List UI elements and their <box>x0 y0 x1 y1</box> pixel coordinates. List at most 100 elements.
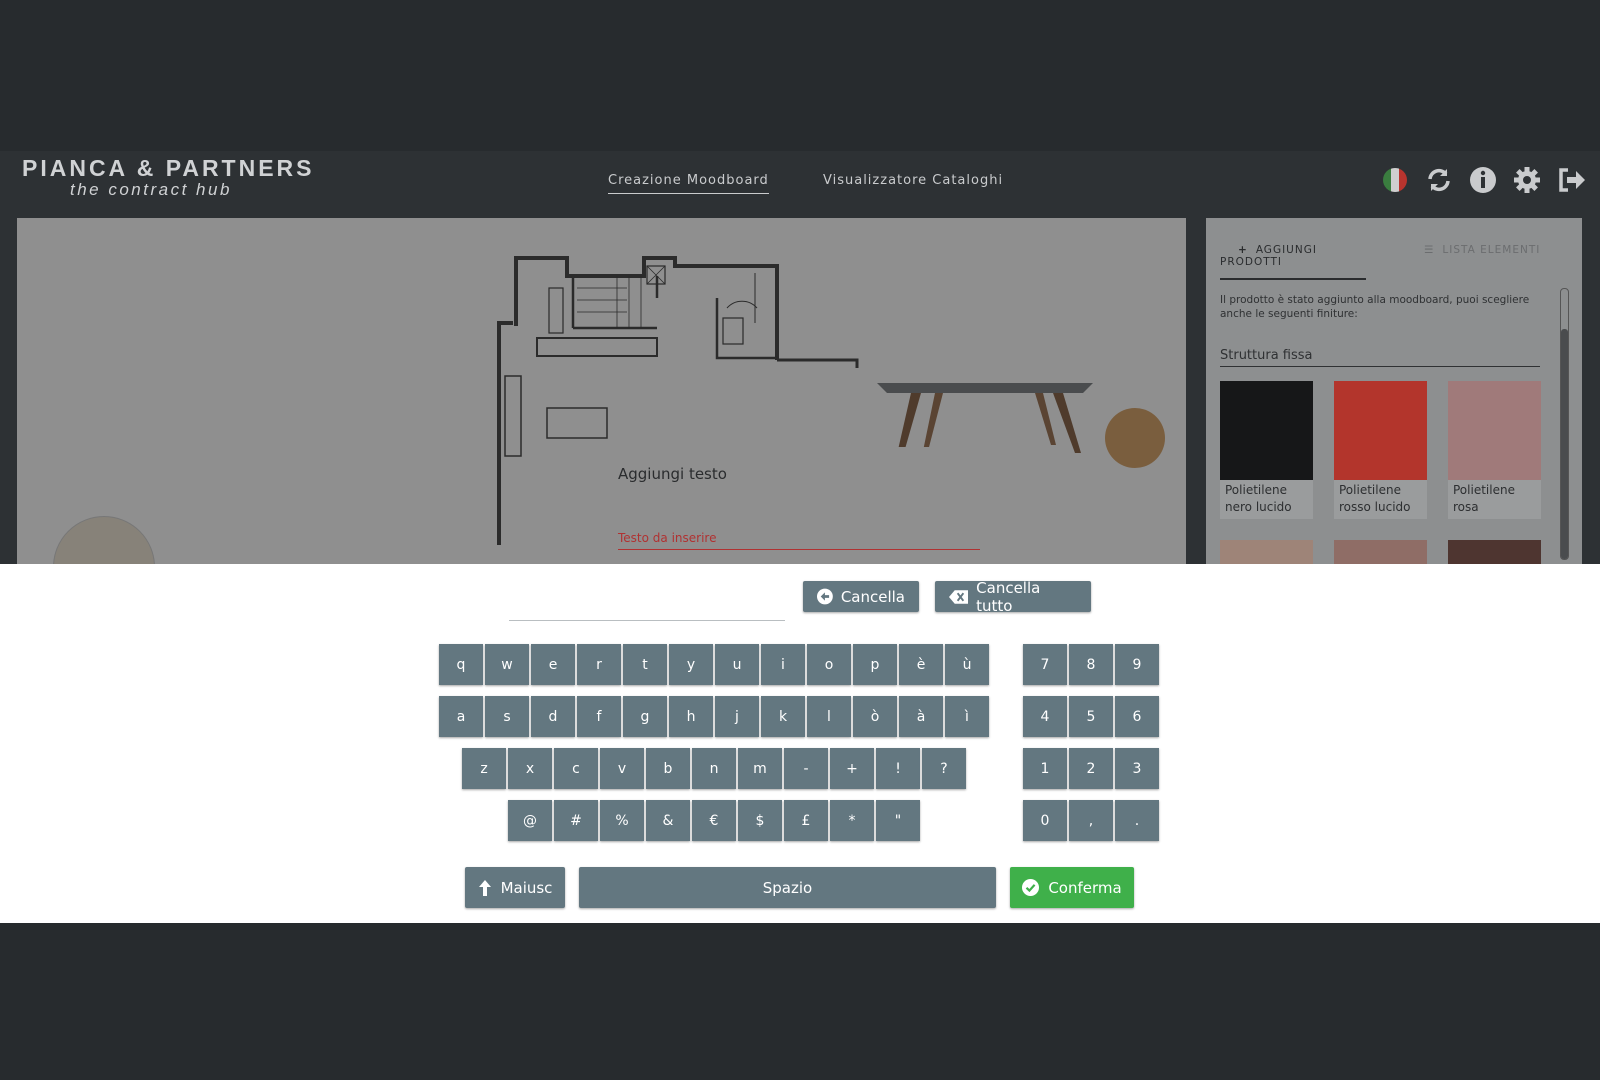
italy-flag-icon[interactable] <box>1380 165 1410 195</box>
nav-creazione-moodboard[interactable]: Creazione Moodboard <box>608 173 769 194</box>
key-j[interactable]: j <box>715 696 759 737</box>
logo: PIANCA & PARTNERS the contract hub <box>22 155 315 200</box>
panel-tabs: + AGGIUNGI PRODOTTI ☰ LISTA ELEMENTI <box>1220 238 1550 280</box>
swatch-chip <box>1334 381 1427 480</box>
header-icons <box>1380 165 1586 195</box>
tab-aggiungi-prodotti[interactable]: + AGGIUNGI PRODOTTI <box>1220 244 1366 280</box>
shift-arrow-icon <box>478 879 491 896</box>
key-b[interactable]: b <box>646 748 690 789</box>
key-0[interactable]: 0 <box>1023 800 1067 841</box>
dialog-text-input[interactable]: Testo da inserire <box>618 531 980 550</box>
key-s[interactable]: s <box>485 696 529 737</box>
key-o-grave[interactable]: ò <box>853 696 897 737</box>
key-hash[interactable]: # <box>554 800 598 841</box>
key-percent[interactable]: % <box>600 800 644 841</box>
key-g[interactable]: g <box>623 696 667 737</box>
key-9[interactable]: 9 <box>1115 644 1159 685</box>
key-m[interactable]: m <box>738 748 782 789</box>
tab-label: LISTA ELEMENTI <box>1442 244 1541 256</box>
key-q[interactable]: q <box>439 644 483 685</box>
swatch-label: Polietilene rosa <box>1453 483 1515 514</box>
key-c[interactable]: c <box>554 748 598 789</box>
nav-visualizzatore-cataloghi[interactable]: Visualizzatore Cataloghi <box>823 173 1003 188</box>
key-l[interactable]: l <box>807 696 851 737</box>
key-k[interactable]: k <box>761 696 805 737</box>
key-i[interactable]: i <box>761 644 805 685</box>
key-4[interactable]: 4 <box>1023 696 1067 737</box>
right-panel: + AGGIUNGI PRODOTTI ☰ LISTA ELEMENTI Il pr… <box>1206 218 1582 564</box>
logout-icon[interactable] <box>1556 165 1586 195</box>
swatch-chip <box>1334 540 1427 564</box>
refresh-icon[interactable] <box>1424 165 1454 195</box>
key-h[interactable]: h <box>669 696 713 737</box>
plus-icon: + <box>1238 244 1248 256</box>
swatch-label: Polietilene nero lucido <box>1225 483 1292 514</box>
conferma-button[interactable]: Conferma <box>1010 867 1134 908</box>
swatch-card[interactable]: Polietilene rosa <box>1448 381 1541 519</box>
key-e[interactable]: e <box>531 644 575 685</box>
swatch-card[interactable] <box>1448 540 1541 564</box>
panel-info-text: Il prodotto è stato aggiunto alla moodbo… <box>1220 294 1530 320</box>
key-dollar[interactable]: $ <box>738 800 782 841</box>
key-period[interactable]: . <box>1115 800 1159 841</box>
key-at[interactable]: @ <box>508 800 552 841</box>
key-u[interactable]: u <box>715 644 759 685</box>
spazio-button[interactable]: Spazio <box>579 867 996 908</box>
swatch-card[interactable]: Polietilene nero lucido <box>1220 381 1313 519</box>
gear-icon[interactable] <box>1512 165 1542 195</box>
key-w[interactable]: w <box>485 644 529 685</box>
key-euro[interactable]: € <box>692 800 736 841</box>
swatch-card[interactable] <box>1220 540 1313 564</box>
panel-scrollbar[interactable] <box>1560 288 1569 560</box>
key-r[interactable]: r <box>577 644 621 685</box>
key-o[interactable]: o <box>807 644 851 685</box>
swatch-chip <box>1220 540 1313 564</box>
tab-lista-elementi[interactable]: ☰ LISTA ELEMENTI <box>1424 244 1540 256</box>
cancella-tutto-label: Cancella tutto <box>976 578 1041 615</box>
key-pound[interactable]: £ <box>784 800 828 841</box>
key-plus[interactable]: + <box>830 748 874 789</box>
key-2[interactable]: 2 <box>1069 748 1113 789</box>
key-6[interactable]: 6 <box>1115 696 1159 737</box>
key-8[interactable]: 8 <box>1069 644 1113 685</box>
key-exclamation[interactable]: ! <box>876 748 920 789</box>
key-asterisk[interactable]: * <box>830 800 874 841</box>
info-icon[interactable] <box>1468 165 1498 195</box>
key-i-grave[interactable]: ì <box>945 696 989 737</box>
swatch-card[interactable]: Polietilene rosso lucido <box>1334 381 1427 519</box>
cancella-tutto-button[interactable]: Cancella tutto <box>935 578 1091 615</box>
key-p[interactable]: p <box>853 644 897 685</box>
key-e-grave[interactable]: è <box>899 644 943 685</box>
key-d[interactable]: d <box>531 696 575 737</box>
key-t[interactable]: t <box>623 644 667 685</box>
key-u-grave[interactable]: ù <box>945 644 989 685</box>
key-1[interactable]: 1 <box>1023 748 1067 789</box>
key-3[interactable]: 3 <box>1115 748 1159 789</box>
key-n[interactable]: n <box>692 748 736 789</box>
key-5[interactable]: 5 <box>1069 696 1113 737</box>
logo-main: PIANCA & PARTNERS <box>22 155 315 181</box>
key-comma[interactable]: , <box>1069 800 1113 841</box>
key-question[interactable]: ? <box>922 748 966 789</box>
key-z[interactable]: z <box>462 748 506 789</box>
key-v[interactable]: v <box>600 748 644 789</box>
swatch-chip <box>1448 540 1541 564</box>
key-7[interactable]: 7 <box>1023 644 1067 685</box>
back-arrow-icon <box>817 588 833 605</box>
key-y[interactable]: y <box>669 644 713 685</box>
swatch-card[interactable] <box>1334 540 1427 564</box>
key-a[interactable]: a <box>439 696 483 737</box>
key-minus[interactable]: - <box>784 748 828 789</box>
key-quote[interactable]: " <box>876 800 920 841</box>
maiusc-label: Maiusc <box>500 878 553 897</box>
swatch-chip <box>1448 381 1541 480</box>
wood-swatch-circle[interactable] <box>1105 408 1165 468</box>
logo-sub: the contract hub <box>70 180 232 199</box>
key-x[interactable]: x <box>508 748 552 789</box>
key-a-grave[interactable]: à <box>899 696 943 737</box>
keyboard-input[interactable] <box>509 620 785 621</box>
maiusc-button[interactable]: Maiusc <box>465 867 565 908</box>
cancella-button[interactable]: Cancella <box>803 581 919 612</box>
key-ampersand[interactable]: & <box>646 800 690 841</box>
key-f[interactable]: f <box>577 696 621 737</box>
